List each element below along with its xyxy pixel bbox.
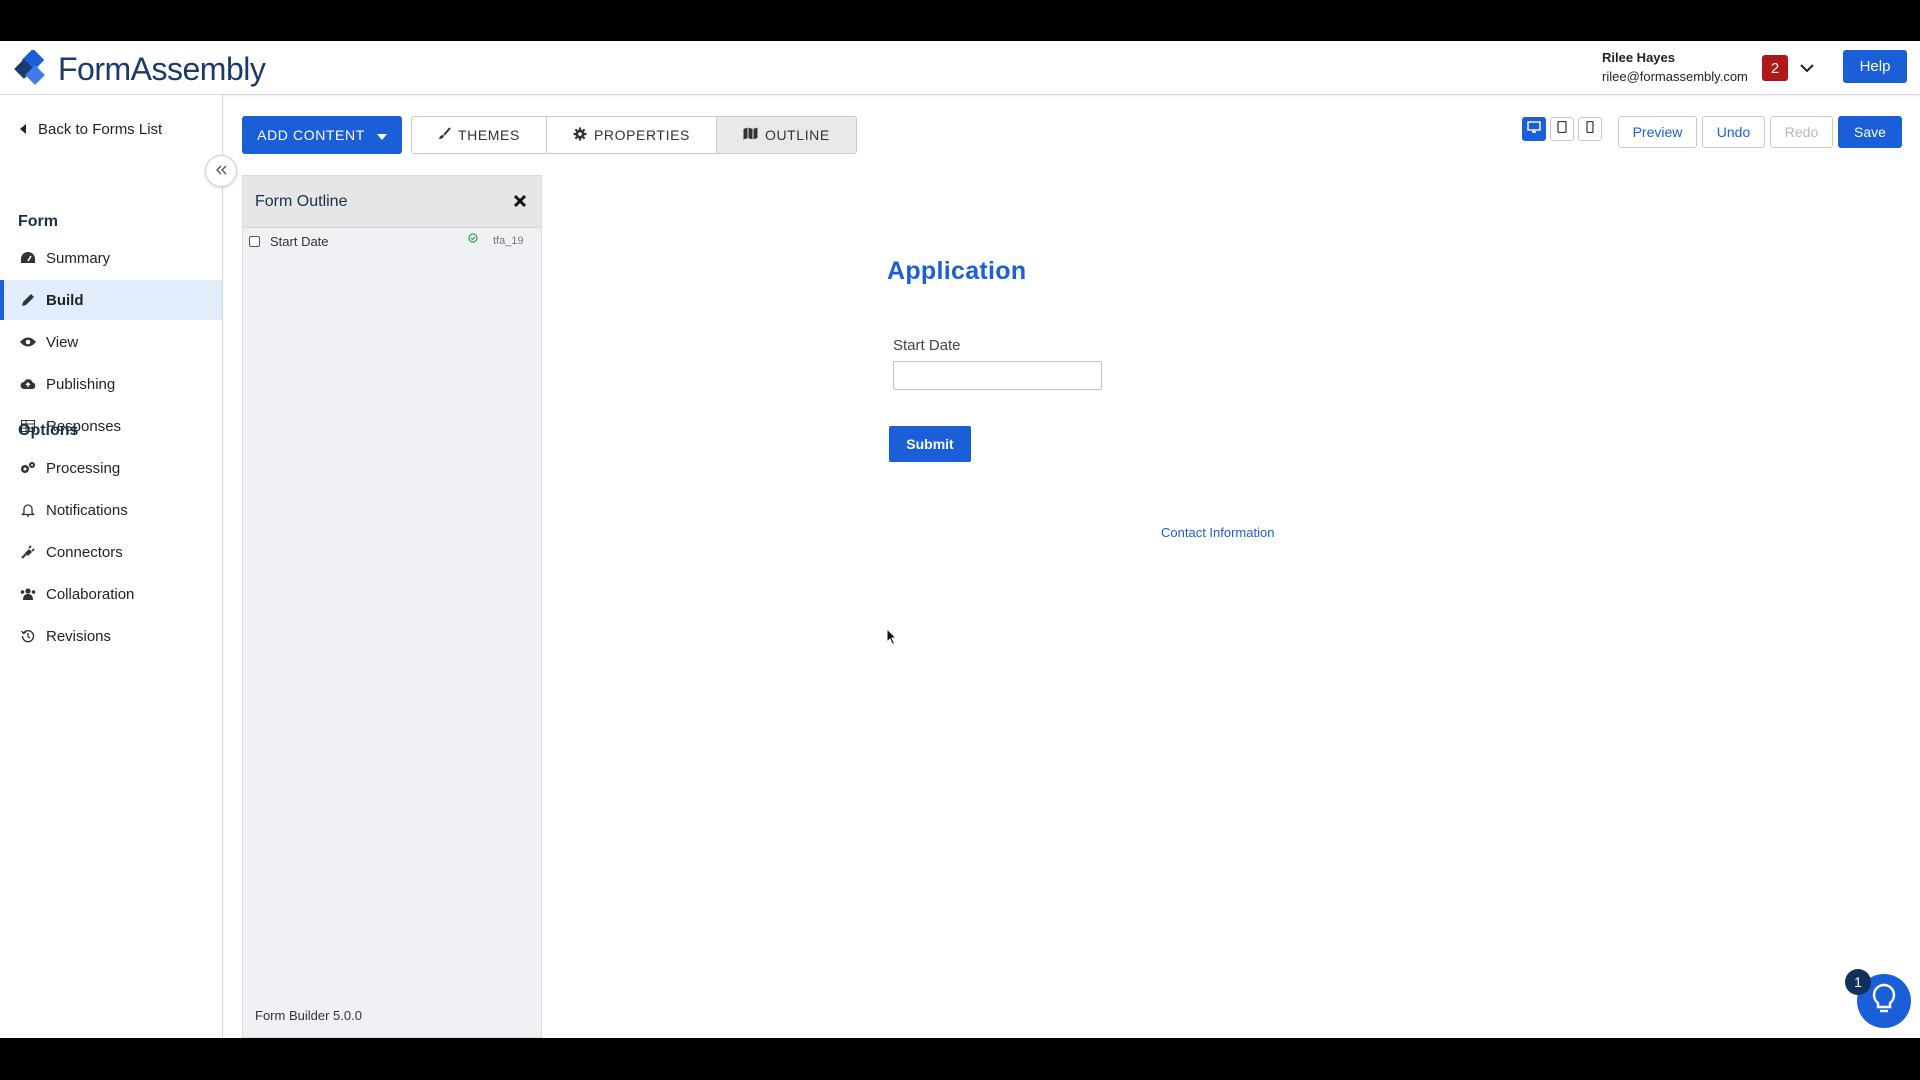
mobile-icon	[1586, 120, 1594, 138]
sidebar: Back to Forms List Form Summary Build Vi…	[0, 95, 223, 1038]
back-to-forms-link[interactable]: Back to Forms List	[20, 121, 162, 138]
sidebar-item-view[interactable]: View	[0, 322, 222, 362]
help-button[interactable]: Help	[1843, 50, 1907, 83]
undo-button[interactable]: Undo	[1702, 116, 1765, 148]
logo-text: FormAssembly	[58, 50, 266, 87]
paintbrush-icon	[438, 127, 451, 143]
eye-icon	[20, 334, 36, 350]
sidebar-item-summary[interactable]: Summary	[0, 238, 222, 278]
sidebar-item-label: Connectors	[46, 543, 123, 561]
chevron-down-icon[interactable]	[1796, 57, 1818, 79]
tab-themes[interactable]: THEMES	[412, 117, 547, 153]
sidebar-item-notifications[interactable]: Notifications	[0, 490, 222, 530]
form-outline-panel: Form Outline Start Date tfa_19 Form Buil…	[242, 175, 542, 1038]
builder-tab-group: THEMES PROPERTIES OUTLINE	[411, 116, 857, 154]
start-date-input[interactable]	[893, 361, 1102, 390]
history-icon	[20, 628, 36, 644]
sidebar-item-label: Processing	[46, 459, 121, 477]
device-preview-group	[1522, 117, 1602, 141]
caret-down-icon	[376, 127, 387, 143]
sidebar-item-label: Publishing	[46, 375, 116, 393]
tab-label: THEMES	[458, 127, 520, 143]
start-date-label[interactable]: Start Date	[893, 337, 961, 354]
outline-row[interactable]: Start Date tfa_19	[243, 228, 541, 254]
cogs-icon	[20, 460, 36, 476]
gear-icon	[573, 127, 587, 144]
assistant-badge: 1	[1845, 969, 1871, 995]
redo-button[interactable]: Redo	[1770, 116, 1833, 148]
builder-version: Form Builder 5.0.0	[255, 1008, 362, 1023]
double-chevron-left-icon	[215, 162, 227, 180]
outline-row-checkbox[interactable]	[249, 235, 260, 247]
check-circle-icon	[468, 231, 478, 246]
outline-row-id: tfa_19	[493, 235, 524, 247]
users-icon	[20, 586, 36, 602]
logo[interactable]: FormAssembly	[14, 48, 266, 89]
notification-badge[interactable]: 2	[1762, 55, 1788, 81]
desktop-view-button[interactable]	[1522, 117, 1546, 141]
back-link-label: Back to Forms List	[38, 121, 163, 138]
sidebar-item-label: Notifications	[46, 501, 128, 519]
sidebar-item-label: Build	[46, 291, 84, 309]
caret-left-icon	[20, 121, 28, 138]
top-header: FormAssembly Rilee Hayes rilee@formassem…	[0, 41, 1920, 95]
outline-row-label: Start Date	[270, 233, 329, 249]
sidebar-item-label: Summary	[46, 249, 111, 267]
user-email: rilee@formassembly.com	[1602, 69, 1748, 84]
sidebar-item-build[interactable]: Build	[0, 280, 222, 320]
cloud-upload-icon	[20, 376, 36, 392]
desktop-icon	[1527, 120, 1541, 138]
sidebar-item-connectors[interactable]: Connectors	[0, 532, 222, 572]
sidebar-item-publishing[interactable]: Publishing	[0, 364, 222, 404]
formassembly-logo-icon	[14, 48, 52, 88]
mobile-view-button[interactable]	[1578, 117, 1602, 141]
preview-button[interactable]: Preview	[1618, 116, 1697, 148]
pencil-icon	[20, 292, 36, 308]
add-content-label: ADD CONTENT	[257, 127, 365, 143]
close-icon[interactable]	[511, 192, 529, 210]
bell-icon	[20, 502, 36, 518]
tab-outline[interactable]: OUTLINE	[716, 117, 856, 153]
add-content-button[interactable]: ADD CONTENT	[242, 116, 402, 154]
app-window: FormAssembly Rilee Hayes rilee@formassem…	[0, 41, 1920, 1038]
sidebar-item-label: View	[46, 333, 79, 351]
plug-icon	[20, 544, 36, 560]
user-name: Rilee Hayes	[1602, 50, 1675, 65]
form-title[interactable]: Application	[887, 257, 1026, 286]
tablet-icon	[1557, 120, 1567, 138]
form-section-title: Form	[18, 213, 58, 230]
tab-label: PROPERTIES	[593, 127, 690, 143]
map-icon	[743, 127, 758, 143]
dashboard-icon	[20, 250, 36, 266]
sidebar-item-processing[interactable]: Processing	[0, 448, 222, 488]
submit-button[interactable]: Submit	[889, 426, 971, 462]
mouse-cursor-icon	[886, 627, 898, 651]
tablet-view-button[interactable]	[1550, 117, 1574, 141]
sidebar-item-label: Collaboration	[46, 585, 135, 603]
collapse-sidebar-button[interactable]	[205, 155, 237, 187]
save-button[interactable]: Save	[1838, 116, 1902, 148]
tab-label: OUTLINE	[764, 127, 830, 143]
user-info: Rilee Hayes rilee@formassembly.com	[1602, 49, 1748, 87]
tab-properties[interactable]: PROPERTIES	[546, 117, 717, 153]
contact-information-link[interactable]: Contact Information	[1161, 525, 1274, 540]
outline-header: Form Outline	[243, 176, 541, 228]
sidebar-item-label: Revisions	[46, 627, 112, 645]
sidebar-item-collaboration[interactable]: Collaboration	[0, 574, 222, 614]
sidebar-item-revisions[interactable]: Revisions	[0, 616, 222, 656]
outline-title: Form Outline	[255, 192, 348, 210]
options-section-title: Options	[18, 422, 79, 439]
lightbulb-icon	[1871, 983, 1897, 1020]
